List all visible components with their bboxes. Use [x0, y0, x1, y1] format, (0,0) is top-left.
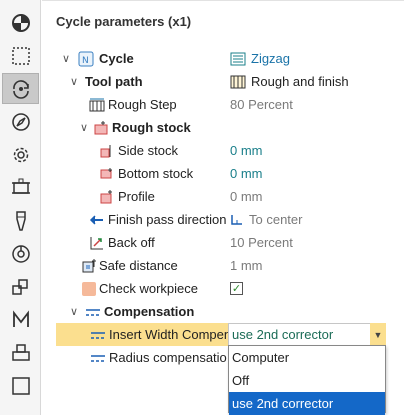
rough-step-value[interactable]: 80 Percent	[230, 97, 293, 112]
to-center-icon	[231, 214, 242, 225]
tool-path-value-text: Rough and finish	[251, 74, 349, 89]
dropdown-option-off[interactable]: Off	[229, 369, 385, 392]
finish-pass-direction-value-text: To center	[249, 212, 303, 227]
tree-row-check-workpiece[interactable]: Check workpiece ✓	[42, 277, 404, 300]
svg-text:N: N	[82, 56, 89, 66]
bottom-stock-label: Bottom stock	[118, 166, 194, 181]
cycle-label: Cycle	[99, 51, 134, 66]
back-off-value[interactable]: 10 Percent	[230, 235, 293, 250]
chevron-down-icon[interactable]: ∨	[61, 52, 71, 65]
tree-row-rough-stock[interactable]: ∨ Rough stock	[42, 116, 404, 139]
m-code-icon[interactable]	[2, 304, 39, 335]
tree-row-bottom-stock[interactable]: Bottom stock 0 mm	[42, 162, 404, 185]
left-toolbar	[0, 0, 41, 415]
bottom-stock-icon	[100, 167, 112, 178]
rough-finish-icon	[230, 75, 246, 88]
spindle-icon[interactable]	[2, 238, 39, 269]
compensation-label: Compensation	[104, 304, 195, 319]
panel-title: Cycle parameters (x1)	[56, 14, 192, 29]
dropdown-option-use-2nd-corrector[interactable]: use 2nd corrector	[229, 392, 385, 415]
tree-row-rough-step[interactable]: Rough Step 80 Percent	[42, 93, 404, 116]
safe-distance-label: Safe distance	[99, 258, 178, 273]
profile-label: Profile	[118, 189, 155, 204]
finish-pass-direction-label: Finish pass direction	[108, 212, 226, 227]
tool-path-label: Tool path	[85, 74, 143, 89]
bottom-stock-value[interactable]: 0 mm	[230, 166, 263, 181]
tree-row-side-stock[interactable]: Side stock 0 mm	[42, 139, 404, 162]
zigzag-icon	[230, 52, 246, 65]
side-stock-label: Side stock	[118, 143, 178, 158]
insert-width-compensation-label: Insert Width Compensation	[109, 327, 228, 342]
arrow-left-icon	[89, 214, 103, 225]
tree-row-insert-width-compensation[interactable]: Insert Width Compensation use 2nd correc…	[56, 323, 386, 346]
insert-width-icon	[91, 331, 105, 339]
safe-distance-value[interactable]: 1 mm	[230, 258, 263, 273]
tree-row-back-off[interactable]: Back off 10 Percent	[42, 231, 404, 254]
rough-stock-label: Rough stock	[112, 120, 191, 135]
clamp-icon[interactable]	[2, 172, 39, 203]
compensation-dropdown-list: Computer Off use 2nd corrector	[228, 345, 386, 415]
tree-row-finish-pass-direction[interactable]: Finish pass direction To center	[42, 208, 404, 231]
rough-step-icon	[89, 98, 105, 111]
rough-stock-icon	[94, 120, 108, 134]
radius-compensation-label: Radius compensation	[109, 350, 227, 365]
tree-row-tool-path[interactable]: ∨ Tool path Rough and finish	[42, 70, 404, 93]
back-off-icon	[90, 236, 103, 249]
chevron-down-icon[interactable]: ∨	[69, 75, 79, 88]
tree-row-cycle[interactable]: ∨ N Cycle Zigzag	[42, 47, 404, 70]
check-workpiece-checkbox[interactable]: ✓	[230, 282, 243, 295]
dotted-square-icon[interactable]	[2, 40, 39, 71]
dropdown-option-computer[interactable]: Computer	[229, 346, 385, 369]
profile-icon	[100, 189, 112, 203]
check-workpiece-value[interactable]: ✓	[230, 282, 243, 295]
cycle-icon: N	[78, 51, 94, 66]
compass-icon[interactable]	[2, 106, 39, 137]
rotate-icon[interactable]	[2, 73, 39, 104]
chevron-down-icon[interactable]: ∨	[79, 121, 89, 134]
tree-row-profile[interactable]: Profile 0 mm	[42, 185, 404, 208]
workpiece-icon	[82, 281, 96, 296]
chevron-down-icon[interactable]: ▼	[370, 323, 386, 346]
tree-row-safe-distance[interactable]: Safe distance 1 mm	[42, 254, 404, 277]
cycle-value-text: Zigzag	[251, 51, 291, 66]
pie-chart-icon[interactable]	[2, 7, 39, 38]
side-stock-icon	[100, 144, 111, 157]
check-workpiece-label: Check workpiece	[99, 281, 198, 296]
tree-row-compensation[interactable]: ∨ Compensation	[42, 300, 404, 323]
cycle-value[interactable]: Zigzag	[230, 51, 290, 67]
cubes-icon[interactable]	[2, 271, 39, 302]
tool-icon[interactable]	[2, 205, 39, 236]
side-stock-value[interactable]: 0 mm	[230, 143, 263, 158]
cycle-parameters-panel: Cycle parameters (x1) ∨ N Cycle Zigzag ∨…	[42, 0, 404, 415]
insert-width-compensation-select[interactable]: use 2nd corrector	[228, 323, 386, 346]
gear-icon[interactable]	[2, 139, 39, 170]
chevron-down-icon[interactable]: ∨	[69, 305, 79, 318]
tool-path-value[interactable]: Rough and finish	[230, 74, 349, 90]
profile-value[interactable]: 0 mm	[230, 189, 263, 204]
back-off-label: Back off	[108, 235, 155, 250]
compensation-icon	[86, 308, 100, 316]
safe-distance-icon	[82, 258, 96, 272]
rough-step-label: Rough Step	[108, 97, 177, 112]
square-icon[interactable]	[2, 370, 39, 401]
printer-icon[interactable]	[2, 337, 39, 368]
finish-pass-direction-value[interactable]: To center	[230, 212, 302, 227]
radius-compensation-icon	[91, 354, 105, 362]
